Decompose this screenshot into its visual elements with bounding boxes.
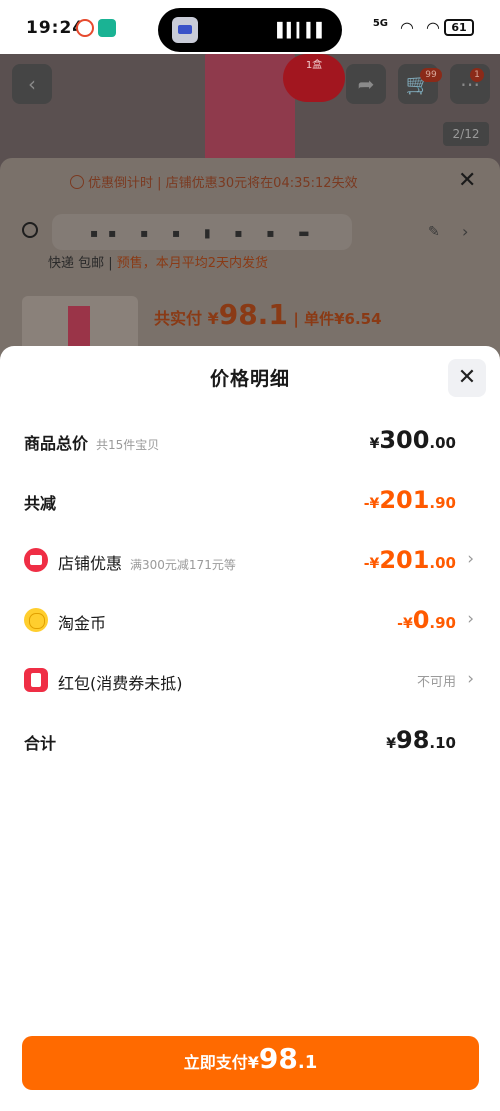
- dynamic-island[interactable]: ▌▍▎▍▌: [158, 8, 342, 52]
- row-amount: -¥0.90: [397, 606, 456, 634]
- share-button[interactable]: ➦: [346, 64, 386, 104]
- row-amount: -¥201.00: [363, 546, 456, 574]
- row-amount: -¥201.90: [363, 486, 456, 514]
- row-label: 共减: [24, 494, 57, 513]
- row-amount: ¥300.00: [369, 426, 456, 454]
- edit-icon[interactable]: ✎: [428, 224, 440, 240]
- app-notification-icon: [98, 19, 116, 37]
- background-page: 19:24 ▌▍▎▍▌ 5G ◠ ◠ 61 1盒 ‹ ➦ 🛒 99 ⋯ 1 2/…: [0, 0, 500, 418]
- close-button[interactable]: ✕: [448, 359, 486, 397]
- shop-icon: [24, 548, 48, 572]
- coin-icon: [24, 608, 48, 632]
- island-app-icon: [172, 17, 198, 43]
- row-label: 红包(消费券未抵): [58, 674, 183, 693]
- pay-amount-int: 98: [258, 1042, 298, 1075]
- audio-wave-icon: ▌▍▎▍▌: [277, 23, 327, 39]
- countdown-banner: 优惠倒计时 | 店铺优惠30元将在04:35:12失效: [70, 172, 358, 191]
- row-label: 淘金币: [58, 614, 107, 633]
- red-packet-icon: [24, 668, 48, 692]
- status-bar: 19:24 ▌▍▎▍▌ 5G ◠ ◠ 61: [0, 0, 500, 54]
- back-button[interactable]: ‹: [12, 64, 52, 104]
- close-icon: ✕: [457, 365, 477, 390]
- row-grand-total: 合计 ¥98.10: [0, 720, 500, 760]
- row-red-packet[interactable]: 红包(消费券未抵) 不可用 ›: [0, 660, 500, 700]
- row-taobao-coins[interactable]: 淘金币 -¥0.90 ›: [0, 600, 500, 640]
- row-label: 合计: [24, 734, 57, 753]
- pay-button-label: 立即支付: [183, 1053, 248, 1072]
- wifi-icon: ◠: [400, 18, 414, 37]
- order-sheet-close-icon[interactable]: ✕: [458, 168, 476, 193]
- more-button[interactable]: ⋯: [450, 64, 490, 104]
- price-detail-sheet: 价格明细 ✕ 商品总价 共15件宝贝 ¥300.00 共减 -¥201.90 店铺…: [0, 346, 500, 1111]
- row-sublabel: 共15件宝贝: [96, 438, 160, 452]
- row-total-discount: 共减 -¥201.90: [0, 480, 500, 520]
- shipping-info: 快递 包邮 | 预售，本月平均2天内发货: [48, 256, 269, 271]
- cellular-signal-icon: 5G: [372, 18, 388, 29]
- row-sublabel: 满300元减171元等: [130, 558, 236, 572]
- cart-count-badge: 99: [420, 68, 442, 82]
- row-amount: ¥98.10: [386, 726, 456, 754]
- chevron-right-icon: ›: [467, 669, 474, 689]
- order-total: 共实付 ¥98.1 | 单件¥6.54: [154, 298, 382, 331]
- more-badge: 1: [470, 68, 484, 82]
- clock-icon: [70, 175, 84, 189]
- row-unavailable-text: 不可用: [416, 675, 456, 690]
- product-badge: 1盒: [283, 54, 345, 102]
- gallery-page-indicator: 2/12: [443, 122, 489, 146]
- location-icon: [22, 222, 38, 238]
- chevron-right-icon: ›: [467, 609, 474, 629]
- sheet-title: 价格明细: [209, 368, 290, 390]
- chevron-right-icon[interactable]: ›: [462, 222, 468, 241]
- chevron-right-icon: ›: [467, 549, 474, 569]
- row-shop-discount[interactable]: 店铺优惠 满300元减171元等 -¥201.00 ›: [0, 540, 500, 580]
- battery-icon: 61: [444, 19, 474, 36]
- row-label: 商品总价: [24, 434, 89, 453]
- row-label: 店铺优惠: [58, 554, 123, 573]
- hotspot-icon: ◠: [426, 18, 440, 37]
- row-goods-total: 商品总价 共15件宝贝 ¥300.00: [0, 420, 500, 460]
- pay-amount-dec: .1: [297, 1052, 318, 1073]
- netease-music-icon: [76, 19, 94, 37]
- product-image: 1盒: [205, 54, 345, 164]
- pay-now-button[interactable]: 立即支付¥98.1: [22, 1036, 479, 1090]
- address-redaction: ▪▪ ▪ ▪ ▮ ▪ ▪ ▬: [90, 226, 320, 240]
